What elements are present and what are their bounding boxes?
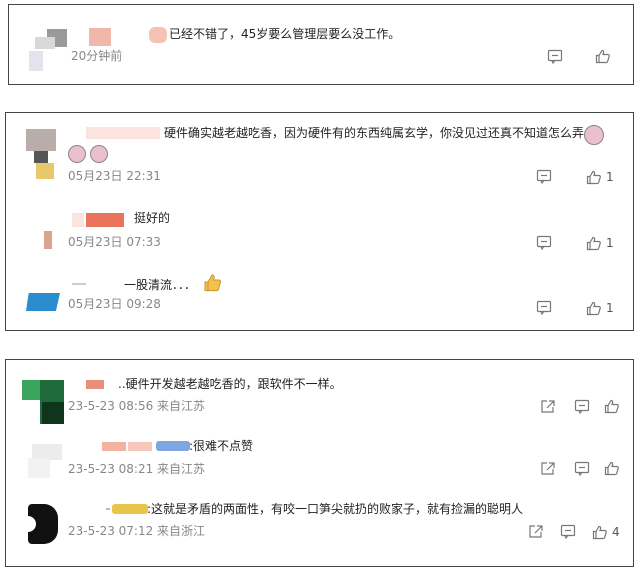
comment-text: :这就是矛盾的两面性，有咬一口笋尖就扔的败家子，就有捡漏的聪明人: [147, 502, 524, 516]
comment-card-3: ..硬件开发越老越吃香的，跟软件不一样。 23-5-23 08:56 来自江苏 …: [5, 359, 634, 567]
like-count: 1: [606, 301, 614, 315]
share-button[interactable]: [528, 524, 544, 539]
comment-text: 一股清流．．．: [124, 278, 197, 292]
comment-card-2: 硬件确实越老越吃香，因为硬件有的东西纯属玄学，你没见过还真不知道怎么弄 05月2…: [5, 112, 634, 331]
thumbs-up-icon: [604, 399, 620, 414]
avatar[interactable]: [22, 127, 64, 179]
username-redacted: [106, 508, 110, 510]
emoji-icon: [90, 145, 108, 163]
avatar[interactable]: [26, 502, 60, 544]
reply-button[interactable]: [547, 49, 563, 64]
like-button[interactable]: 4: [592, 524, 620, 540]
comment-icon: [547, 49, 563, 64]
reply-button[interactable]: [536, 235, 552, 250]
comment-card-1: 已经不错了，45岁要么管理层要么没工作。 20分钟前: [8, 4, 634, 85]
thumbs-up-icon: [586, 236, 602, 251]
username-redacted: [89, 28, 111, 46]
share-icon: [540, 399, 556, 414]
emoji-icon: [68, 145, 86, 163]
comment-time: 23-5-23 07:12 来自浙江: [68, 524, 206, 538]
comment-icon: [574, 461, 590, 476]
avatar[interactable]: [22, 378, 66, 424]
username-redacted: [72, 213, 84, 227]
share-button[interactable]: [540, 399, 556, 414]
thumbs-up-icon: [586, 301, 602, 316]
like-button[interactable]: 1: [586, 235, 614, 251]
avatar[interactable]: [26, 293, 60, 311]
reply-button[interactable]: [574, 461, 590, 476]
comment-text: 已经不错了，45岁要么管理层要么没工作。: [169, 27, 401, 41]
comment-icon: [560, 524, 576, 539]
comment-icon: [574, 399, 590, 414]
user-badge: [156, 441, 190, 451]
share-icon: [528, 524, 544, 539]
username-redacted: [128, 442, 152, 451]
comment-time: 20分钟前: [71, 49, 123, 63]
comment-icon: [536, 300, 552, 315]
comment-text: :很难不点赞: [189, 439, 254, 453]
comment-icon: [536, 169, 552, 184]
emoji-icon: [584, 125, 604, 145]
like-button[interactable]: 1: [586, 169, 614, 185]
thumbs-up-icon: [595, 49, 611, 64]
comment-time: 05月23日 09:28: [68, 297, 161, 311]
like-button[interactable]: 1: [586, 300, 614, 316]
thumbs-up-icon: [592, 525, 608, 540]
comment-time: 23-5-23 08:21 来自江苏: [68, 462, 206, 476]
thumbs-up-icon: [586, 170, 602, 185]
comment-time: 05月23日 22:31: [68, 169, 161, 183]
reply-button[interactable]: [560, 524, 576, 539]
username-redacted: [149, 27, 167, 43]
comment-icon: [536, 235, 552, 250]
avatar[interactable]: [44, 231, 52, 249]
avatar[interactable]: [26, 440, 68, 480]
username-redacted: [86, 213, 124, 227]
username-redacted: [86, 127, 160, 139]
like-count: 4: [612, 525, 620, 539]
like-button[interactable]: [604, 461, 620, 476]
comment-text: 挺好的: [134, 211, 171, 225]
reply-button[interactable]: [536, 300, 552, 315]
like-count: 1: [606, 170, 614, 184]
comment-time: 05月23日 07:33: [68, 235, 161, 249]
username-redacted: [102, 442, 126, 451]
user-badge: [112, 504, 148, 514]
reply-button[interactable]: [574, 399, 590, 414]
share-icon: [540, 461, 556, 476]
reply-button[interactable]: [536, 169, 552, 184]
username-redacted: [86, 380, 104, 389]
like-count: 1: [606, 236, 614, 250]
like-button[interactable]: [604, 399, 620, 414]
comment-text: ..硬件开发越老越吃香的，跟软件不一样。: [118, 377, 342, 391]
thumbs-up-emoji-icon: [204, 273, 222, 293]
like-button[interactable]: [595, 49, 611, 64]
comment-text: 硬件确实越老越吃香，因为硬件有的东西纯属玄学，你没见过还真不知道怎么弄: [164, 126, 585, 140]
share-button[interactable]: [540, 461, 556, 476]
thumbs-up-icon: [604, 461, 620, 476]
avatar[interactable]: [21, 23, 71, 73]
username-redacted: [72, 283, 86, 285]
comment-time: 23-5-23 08:56 来自江苏: [68, 399, 206, 413]
